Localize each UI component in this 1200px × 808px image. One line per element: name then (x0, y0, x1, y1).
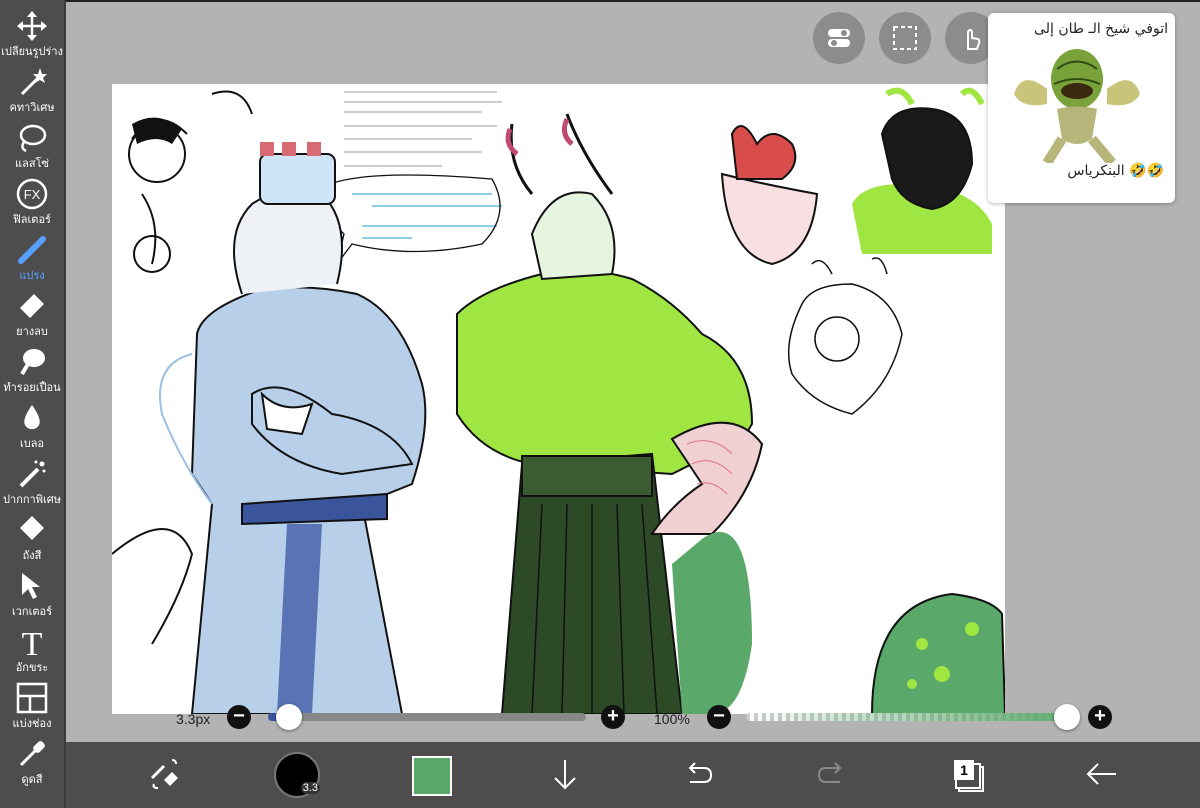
window-top-edge (0, 0, 1200, 2)
sticker-image (1014, 49, 1140, 163)
quick-swap-button[interactable] (140, 750, 188, 800)
brush-size-value: 3.3px (176, 711, 211, 727)
special-pen-icon (19, 460, 46, 488)
redo-icon (817, 762, 842, 783)
brush-size-increase-button[interactable]: + (601, 705, 625, 729)
tool-label: เบลอ (19, 437, 45, 450)
brush-size-track[interactable] (268, 713, 586, 721)
download-button[interactable] (541, 750, 589, 800)
eyedropper-icon (19, 741, 45, 767)
lasso-icon (19, 124, 47, 153)
tool-label: ดูดสี (21, 773, 43, 786)
tool-frame[interactable]: แบ่งช่อง (0, 678, 64, 734)
brush-size-badge: 3.3 (300, 782, 320, 794)
opacity-increase-button[interactable]: + (1088, 705, 1112, 729)
layers-button[interactable]: 1 (952, 758, 984, 792)
opacity-value: 100% (654, 711, 690, 727)
opacity-knob[interactable] (1054, 704, 1080, 730)
drawing-canvas[interactable] (112, 84, 1005, 714)
toggle-switches-icon (828, 29, 850, 47)
brush-size-knob[interactable] (276, 704, 303, 730)
settings-toggle-button[interactable] (813, 12, 865, 64)
sticker-overlay: اتوفي شيخ الـ طان إلى البنكرياس 🤣🤣 (988, 13, 1175, 203)
sticker-caption-bottom: البنكرياس 🤣🤣 (1067, 163, 1164, 179)
tool-eraser[interactable]: ยางลบ (0, 286, 64, 342)
opacity-decrease-button[interactable]: − (707, 705, 731, 729)
opacity-track-gradient (746, 713, 1080, 721)
current-color-swatch[interactable] (412, 756, 452, 796)
undo-button[interactable] (674, 750, 722, 800)
tool-special-pen[interactable]: ปากกาพิเศษ (0, 454, 64, 510)
svg-text:T: T (22, 626, 43, 658)
tool-brush[interactable]: แปรง (0, 230, 64, 286)
tool-label: แลสโซ่ (15, 157, 49, 170)
tool-label: แปรง (19, 269, 45, 282)
tool-label: คทาวิเศษ (9, 101, 55, 114)
bottom-toolbar: 3.3 1 (66, 742, 1200, 808)
tool-vector[interactable]: เวกเตอร์ (0, 566, 64, 622)
layer-count: 1 (954, 760, 974, 780)
cursor-arrow-icon (22, 573, 40, 599)
tool-label: ถังสี (22, 549, 42, 562)
dashed-selection-icon (893, 26, 917, 50)
arrow-down-icon (554, 760, 576, 790)
sidebar-divider (64, 0, 66, 808)
tool-eyedropper[interactable]: ดูดสี (0, 734, 64, 790)
blur-drop-icon (24, 405, 40, 430)
back-button[interactable] (1078, 750, 1126, 800)
smudge-icon (20, 349, 45, 376)
tool-label: ฟิลเตอร์ (13, 213, 51, 226)
arrow-left-icon (1086, 763, 1116, 785)
eraser-icon (20, 294, 44, 318)
brush-icon (18, 236, 46, 264)
brush-size-preview-button[interactable]: 3.3 (274, 752, 320, 798)
artwork (112, 87, 1005, 714)
tool-label: อักขระ (15, 661, 49, 674)
tool-fill[interactable]: ถังสี (0, 510, 64, 566)
tool-magic-wand[interactable]: คทาวิเศษ (0, 62, 64, 118)
tool-label: ยางลบ (16, 325, 48, 338)
tool-label: ทำรอยเปื้อน (3, 381, 61, 394)
brush-size-decrease-button[interactable]: − (227, 705, 251, 729)
tool-label: ปากกาพิเศษ (3, 493, 61, 506)
magic-wand-icon (20, 68, 47, 96)
hand-pointer-icon (967, 28, 981, 50)
fx-icon: FX (16, 178, 48, 210)
tool-label: แบ่งช่อง (12, 717, 52, 730)
tool-label: เวกเตอร์ (11, 605, 52, 618)
tool-filter[interactable]: FX ฟิลเตอร์ (0, 174, 64, 230)
tool-lasso[interactable]: แลสโซ่ (0, 118, 64, 174)
tool-label: เปลี่ยนรูปร่าง (1, 45, 63, 58)
text-t-icon: T (22, 626, 43, 658)
bucket-icon (20, 516, 44, 540)
redo-button[interactable] (808, 750, 856, 800)
svg-text:FX: FX (24, 187, 41, 202)
frame-divider-icon (16, 682, 48, 714)
tool-transform[interactable]: เปลี่ยนรูปร่าง (0, 6, 64, 62)
selection-button[interactable] (879, 12, 931, 64)
tool-sidebar: เปลี่ยนรูปร่าง คทาวิเศษ แลสโซ่ FX ฟิลเตอ… (0, 0, 64, 808)
undo-icon (688, 762, 713, 783)
move-arrows-icon (17, 11, 47, 41)
tool-text[interactable]: T อักขระ (0, 622, 64, 678)
sticker-caption-top: اتوفي شيخ الـ طان إلى (1034, 21, 1168, 37)
brush-eraser-swap-icon (150, 759, 178, 789)
tool-blur[interactable]: เบลอ (0, 398, 64, 454)
tool-smudge[interactable]: ทำรอยเปื้อน (0, 342, 64, 398)
